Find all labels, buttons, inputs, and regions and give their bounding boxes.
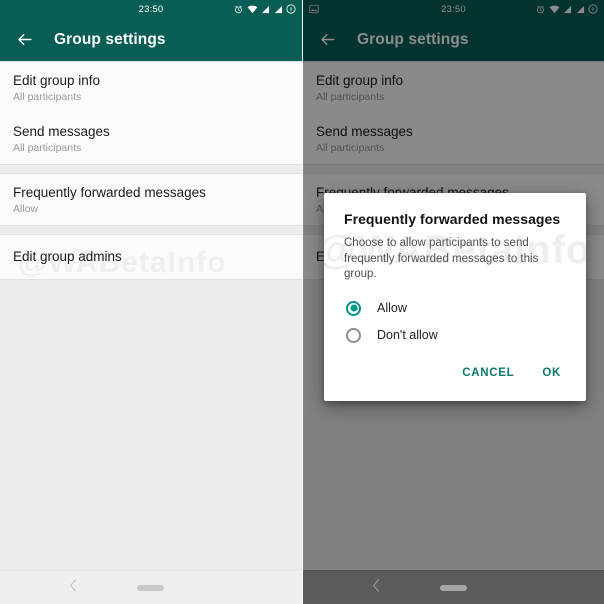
signal-icon-1 bbox=[261, 5, 270, 14]
dual-screenshot-comparison: 23:50 9 Group settings Edit group info A… bbox=[0, 0, 604, 604]
status-bar-left: 23:50 9 bbox=[0, 0, 302, 18]
home-indicator[interactable] bbox=[137, 584, 164, 591]
right-phone-screen: 23:50 9 Group settings Edit group info A… bbox=[302, 0, 604, 604]
radio-button-unselected-icon[interactable] bbox=[346, 327, 361, 343]
nav-back-icon[interactable] bbox=[68, 578, 78, 597]
section-divider bbox=[0, 165, 302, 173]
settings-content-left: @WABetaInfo Edit group info All particip… bbox=[0, 61, 302, 604]
frequently-forwarded-messages-dialog: Frequently forwarded messages Choose to … bbox=[324, 193, 586, 401]
settings-row-frequently-forwarded-messages[interactable]: Frequently forwarded messages Allow bbox=[0, 174, 302, 225]
row-primary-label: Edit group admins bbox=[13, 249, 122, 264]
dialog-body-text: Choose to allow participants to send fre… bbox=[344, 237, 539, 280]
home-indicator[interactable] bbox=[440, 584, 467, 591]
dialog-title: Frequently forwarded messages bbox=[344, 211, 561, 227]
row-secondary-label: All participants bbox=[13, 142, 82, 154]
radio-option-allow[interactable]: Allow bbox=[324, 295, 586, 322]
ok-button[interactable]: OK bbox=[531, 359, 572, 387]
row-primary-label: Edit group info bbox=[13, 73, 101, 88]
cancel-button[interactable]: CANCEL bbox=[451, 359, 525, 387]
row-secondary-label: All participants bbox=[13, 91, 82, 103]
system-nav-bar-right bbox=[303, 570, 604, 604]
radio-option-dont-allow[interactable]: Don't allow bbox=[324, 322, 586, 349]
row-secondary-label: Allow bbox=[13, 203, 39, 215]
app-toolbar-left: Group settings bbox=[0, 18, 302, 61]
status-bar-right-icons: 9 bbox=[212, 4, 296, 14]
radio-option-label: Allow bbox=[377, 301, 407, 315]
radio-button-selected-icon[interactable] bbox=[346, 300, 361, 316]
status-bar-clock: 23:50 bbox=[138, 3, 164, 15]
battery-icon: 9 bbox=[286, 4, 296, 14]
dialog-radio-group: Allow Don't allow bbox=[324, 283, 586, 353]
section-divider bbox=[0, 226, 302, 234]
wifi-icon bbox=[247, 5, 258, 14]
svg-text:9: 9 bbox=[290, 7, 293, 12]
radio-option-label: Don't allow bbox=[377, 328, 438, 342]
alarm-icon bbox=[234, 5, 243, 14]
settings-section-1: Edit group info All participants Send me… bbox=[0, 61, 302, 165]
settings-row-send-messages[interactable]: Send messages All participants bbox=[0, 113, 302, 164]
back-arrow-icon[interactable] bbox=[13, 29, 35, 51]
settings-section-2: Frequently forwarded messages Allow bbox=[0, 173, 302, 226]
left-phone-screen: 23:50 9 Group settings Edit group info A… bbox=[0, 0, 302, 604]
dialog-actions: CANCEL OK bbox=[324, 353, 586, 401]
signal-icon-2 bbox=[274, 5, 283, 14]
settings-section-3: Edit group admins bbox=[0, 234, 302, 280]
nav-back-icon[interactable] bbox=[371, 578, 381, 597]
settings-row-edit-group-admins[interactable]: Edit group admins bbox=[0, 235, 302, 279]
system-nav-bar-left bbox=[0, 570, 302, 604]
row-primary-label: Frequently forwarded messages bbox=[13, 185, 206, 200]
page-title: Group settings bbox=[54, 30, 166, 48]
row-primary-label: Send messages bbox=[13, 124, 110, 139]
settings-row-edit-group-info[interactable]: Edit group info All participants bbox=[0, 62, 302, 113]
